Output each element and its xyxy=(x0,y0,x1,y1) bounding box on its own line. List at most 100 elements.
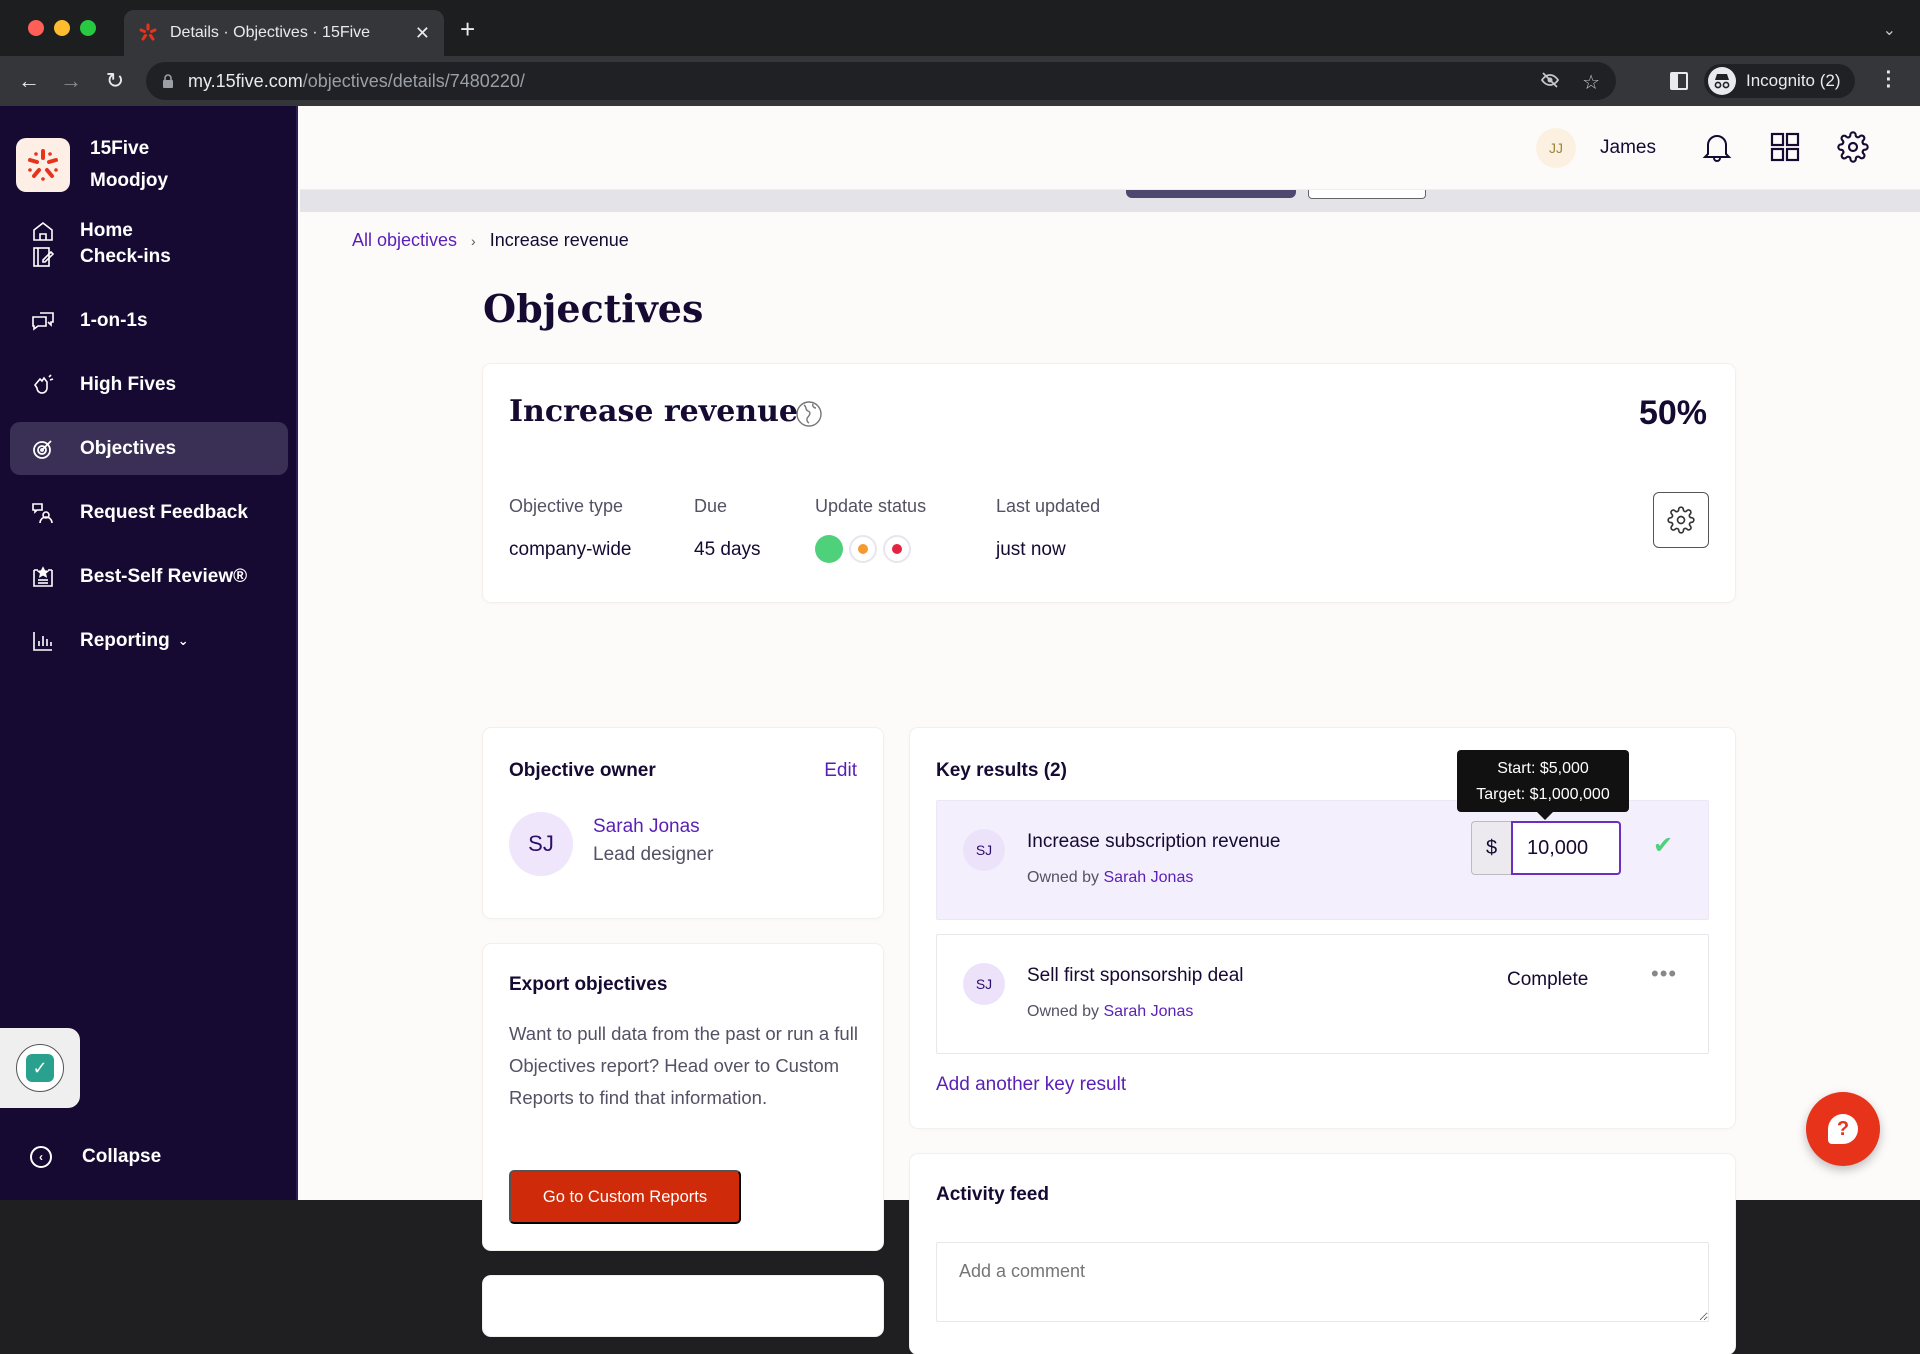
sidebar-item-1-on-1s[interactable]: 1-on-1s xyxy=(10,294,288,347)
edit-owner-link[interactable]: Edit xyxy=(824,760,857,782)
apps-grid-icon[interactable] xyxy=(1768,130,1802,164)
collapse-sidebar-button[interactable]: ‹ Collapse xyxy=(30,1146,161,1168)
status-at-risk-dot[interactable] xyxy=(849,535,877,563)
kr-status[interactable]: Complete xyxy=(1507,969,1588,991)
page-title: Objectives xyxy=(483,286,704,331)
kr-owner-avatar: SJ xyxy=(963,829,1005,871)
notifications-bell-icon[interactable] xyxy=(1700,130,1734,164)
meta-label: Due xyxy=(694,496,728,516)
kr-title[interactable]: Increase subscription revenue xyxy=(1027,831,1280,853)
user-name[interactable]: James xyxy=(1600,137,1656,159)
task-widget-ring: ✓ xyxy=(16,1044,64,1092)
kr-title[interactable]: Sell first sponsorship deal xyxy=(1027,965,1244,987)
add-comment-input[interactable] xyxy=(936,1242,1709,1322)
tab-search-chevron-icon[interactable]: ⌄ xyxy=(1883,20,1896,40)
chat-icon xyxy=(30,308,56,334)
gear-icon xyxy=(1667,506,1695,534)
kr-owned-by: Owned by Sarah Jonas xyxy=(1027,869,1193,887)
meta-label: Last updated xyxy=(996,496,1101,516)
window-maximize-button[interactable] xyxy=(80,20,96,36)
org-name-line2: Moodjoy xyxy=(90,170,169,191)
side-panel-icon[interactable] xyxy=(1670,72,1688,90)
status-on-track-dot[interactable] xyxy=(815,535,843,563)
sticky-banner-strip xyxy=(300,190,1920,212)
banner-secondary-button-edge[interactable] xyxy=(1308,190,1426,199)
sidebar-item-check-ins[interactable]: Check-ins xyxy=(10,230,288,283)
objective-progress-percent: 50% xyxy=(1638,394,1707,432)
additional-card xyxy=(483,1276,883,1336)
tab-close-icon[interactable]: ✕ xyxy=(415,23,430,44)
globe-icon xyxy=(795,400,823,428)
objective-settings-button[interactable] xyxy=(1653,492,1709,548)
owner-avatar: SJ xyxy=(509,812,573,876)
sidebar-item-label: Objectives xyxy=(80,437,177,459)
save-checkmark-icon[interactable]: ✔ xyxy=(1653,831,1673,860)
more-options-icon[interactable]: ••• xyxy=(1651,961,1677,987)
sidebar-item-label: 1-on-1s xyxy=(80,309,148,331)
user-avatar[interactable]: JJ xyxy=(1536,128,1576,168)
owner-role: Lead designer xyxy=(593,844,714,865)
go-to-custom-reports-button[interactable]: Go to Custom Reports xyxy=(509,1170,741,1224)
meta-last-updated: Last updated just now xyxy=(996,496,1100,561)
sidebar-nav: Home Check-ins 1-on-1s High Fives Object… xyxy=(10,220,288,678)
owner-name-link[interactable]: Sarah Jonas xyxy=(593,816,700,838)
back-button[interactable]: ← xyxy=(16,68,42,94)
add-key-result-link[interactable]: Add another key result xyxy=(936,1074,1126,1096)
org-name-line1: 15Five xyxy=(90,138,150,159)
kr-owned-by: Owned by Sarah Jonas xyxy=(1027,1003,1193,1021)
org-brand[interactable]: 15Five Moodjoy xyxy=(16,133,168,197)
currency-prefix: $ xyxy=(1471,821,1511,875)
status-off-track-dot[interactable] xyxy=(883,535,911,563)
browser-menu-icon[interactable]: · · · xyxy=(1884,63,1894,97)
export-description: Want to pull data from the past or run a… xyxy=(509,1023,858,1108)
forward-button[interactable]: → xyxy=(58,68,84,94)
meta-objective-type: Objective type company-wide xyxy=(509,496,632,561)
incognito-profile-button[interactable]: Incognito (2) xyxy=(1704,64,1855,98)
browser-tab[interactable]: Details · Objectives · 15Five ✕ xyxy=(124,10,444,56)
new-tab-button[interactable]: + xyxy=(460,16,475,42)
banner-primary-button-edge[interactable] xyxy=(1126,190,1296,198)
lock-icon xyxy=(162,74,174,88)
review-icon xyxy=(30,564,56,590)
sidebar-item-objectives[interactable]: Objectives xyxy=(10,422,288,475)
kr-owner-link[interactable]: Sarah Jonas xyxy=(1104,1003,1194,1020)
key-results-heading: Key results (2) xyxy=(936,760,1067,781)
meta-value: company-wide xyxy=(509,539,632,560)
window-close-button[interactable] xyxy=(28,20,44,36)
kr-value-field: $ xyxy=(1471,821,1621,875)
checkbox-icon: ✓ xyxy=(26,1054,54,1082)
target-icon xyxy=(30,436,56,462)
sidebar-item-reporting[interactable]: Reporting ⌄ xyxy=(10,614,288,667)
help-button[interactable]: ? xyxy=(1806,1092,1880,1166)
settings-gear-icon[interactable] xyxy=(1836,130,1870,164)
objective-summary-card: Increase revenue 50% Objective type comp… xyxy=(483,364,1735,602)
reload-button[interactable]: ↻ xyxy=(102,68,128,94)
kr-current-value-input[interactable] xyxy=(1511,821,1621,875)
sidebar-item-label: Request Feedback xyxy=(80,501,248,523)
activity-feed-card: Activity feed xyxy=(910,1154,1735,1354)
kr-owned-by-prefix: Owned by xyxy=(1027,1003,1100,1020)
address-bar[interactable]: my.15five.com/objectives/details/7480220… xyxy=(146,62,1616,100)
key-result-row[interactable]: SJ Sell first sponsorship deal Owned by … xyxy=(936,934,1709,1054)
high-five-icon xyxy=(30,372,56,398)
activity-feed-heading: Activity feed xyxy=(936,1184,1049,1205)
breadcrumb-all-objectives-link[interactable]: All objectives xyxy=(352,230,457,251)
kr-owner-link[interactable]: Sarah Jonas xyxy=(1104,869,1194,886)
browser-toolbar: ← → ↻ my.15five.com/objectives/details/7… xyxy=(0,56,1920,106)
help-question-icon: ? xyxy=(1828,1114,1858,1144)
bookmark-star-icon[interactable]: ☆ xyxy=(1582,70,1600,96)
meta-due: Due 45 days xyxy=(694,496,761,561)
sidebar-item-label: High Fives xyxy=(80,373,177,395)
window-minimize-button[interactable] xyxy=(54,20,70,36)
task-widget-button[interactable]: ✓ xyxy=(0,1028,80,1108)
15five-favicon-icon xyxy=(138,23,158,43)
sidebar-item-best-self-review[interactable]: Best-Self Review® xyxy=(10,550,288,603)
sidebar-item-high-fives[interactable]: High Fives xyxy=(10,358,288,411)
key-result-row[interactable]: SJ Increase subscription revenue Owned b… xyxy=(936,800,1709,920)
meta-value: just now xyxy=(996,539,1066,560)
url-text: my.15five.com/objectives/details/7480220… xyxy=(188,70,525,91)
tracking-protection-eye-off-icon[interactable] xyxy=(1540,70,1560,96)
tooltip-start: Start: $5,000 xyxy=(1497,760,1589,777)
sidebar-item-request-feedback[interactable]: Request Feedback xyxy=(10,486,288,539)
objective-owner-card: Objective owner Edit SJ Sarah Jonas Lead… xyxy=(483,728,883,918)
